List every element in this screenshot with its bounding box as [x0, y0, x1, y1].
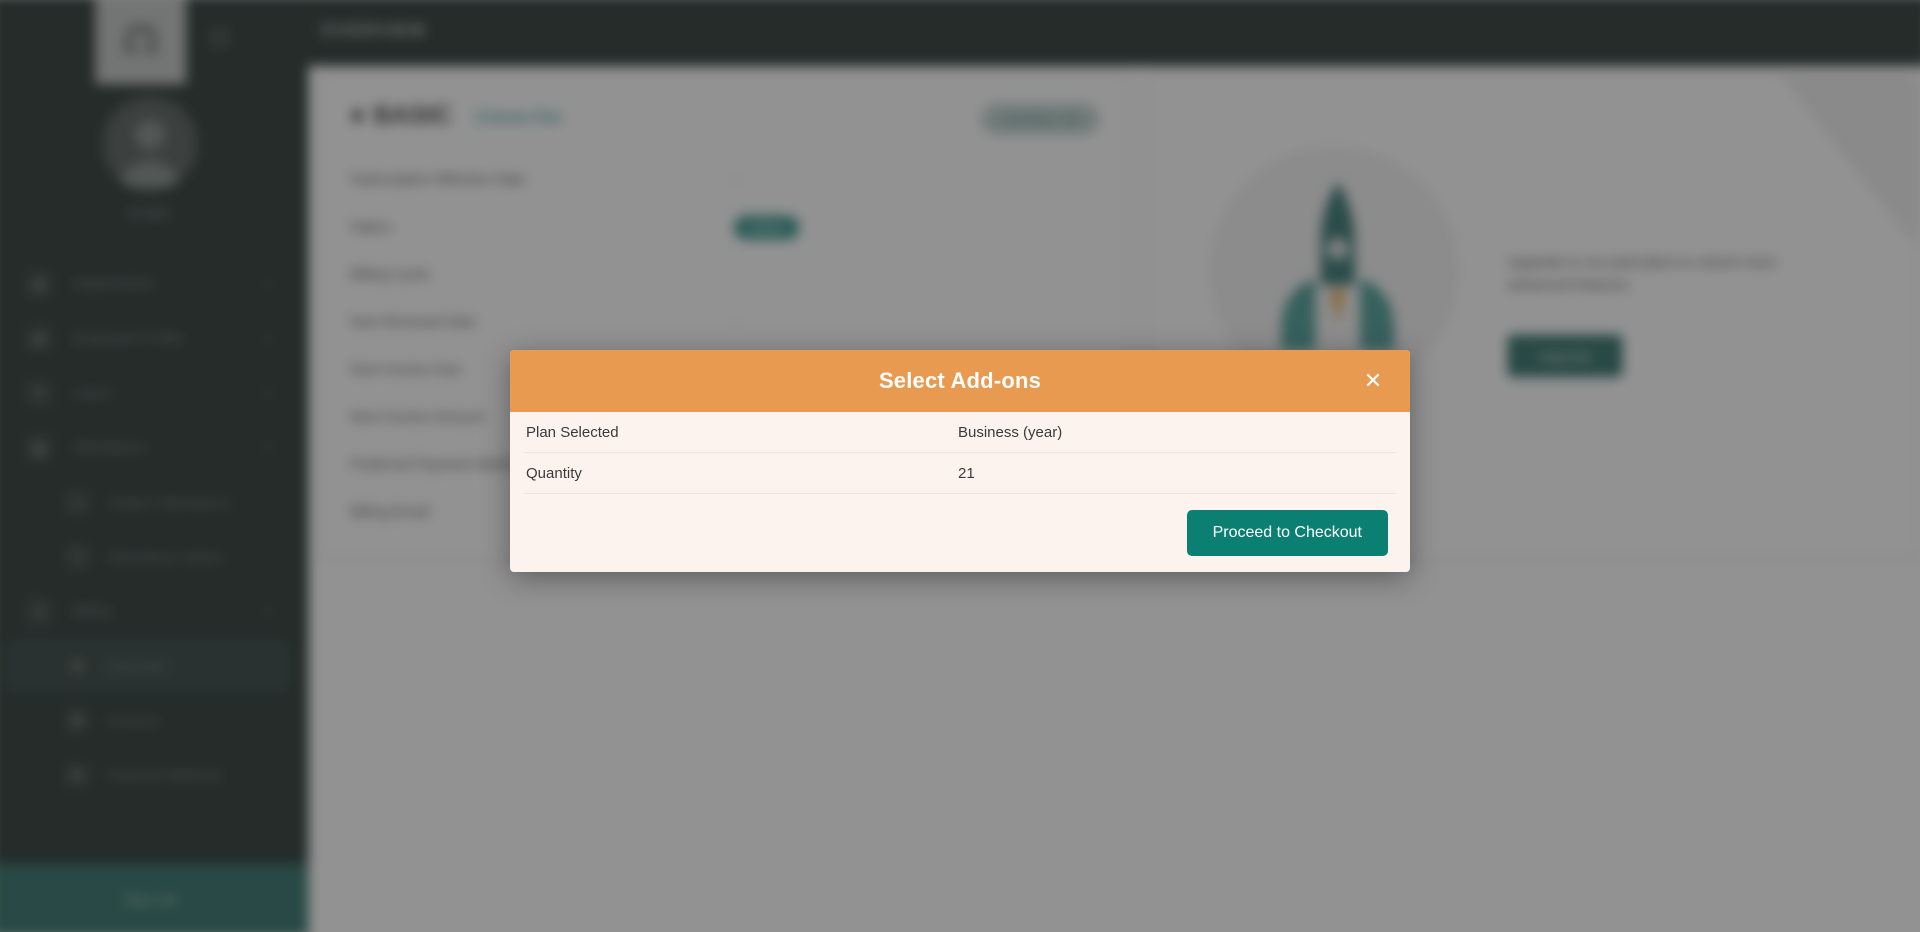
- select-addons-modal: Select Add-ons ✕ Plan Selected Business …: [510, 350, 1410, 572]
- modal-footer: Proceed to Checkout: [510, 494, 1410, 572]
- app-root: Hi ABC Organization Employee Profile: [0, 0, 1920, 932]
- row-value: Business (year): [958, 423, 1063, 441]
- row-label: Plan Selected: [526, 423, 619, 441]
- row-label: Quantity: [526, 464, 582, 482]
- modal-header: Select Add-ons ✕: [510, 350, 1410, 412]
- table-row: Quantity 21: [524, 453, 1396, 494]
- modal-body: Plan Selected Business (year) Quantity 2…: [510, 412, 1410, 494]
- table-row: Plan Selected Business (year): [524, 412, 1396, 453]
- row-value: 21: [958, 464, 975, 482]
- proceed-to-checkout-button[interactable]: Proceed to Checkout: [1186, 510, 1388, 556]
- modal-title: Select Add-ons: [878, 368, 1042, 393]
- close-icon[interactable]: ✕: [1358, 366, 1388, 396]
